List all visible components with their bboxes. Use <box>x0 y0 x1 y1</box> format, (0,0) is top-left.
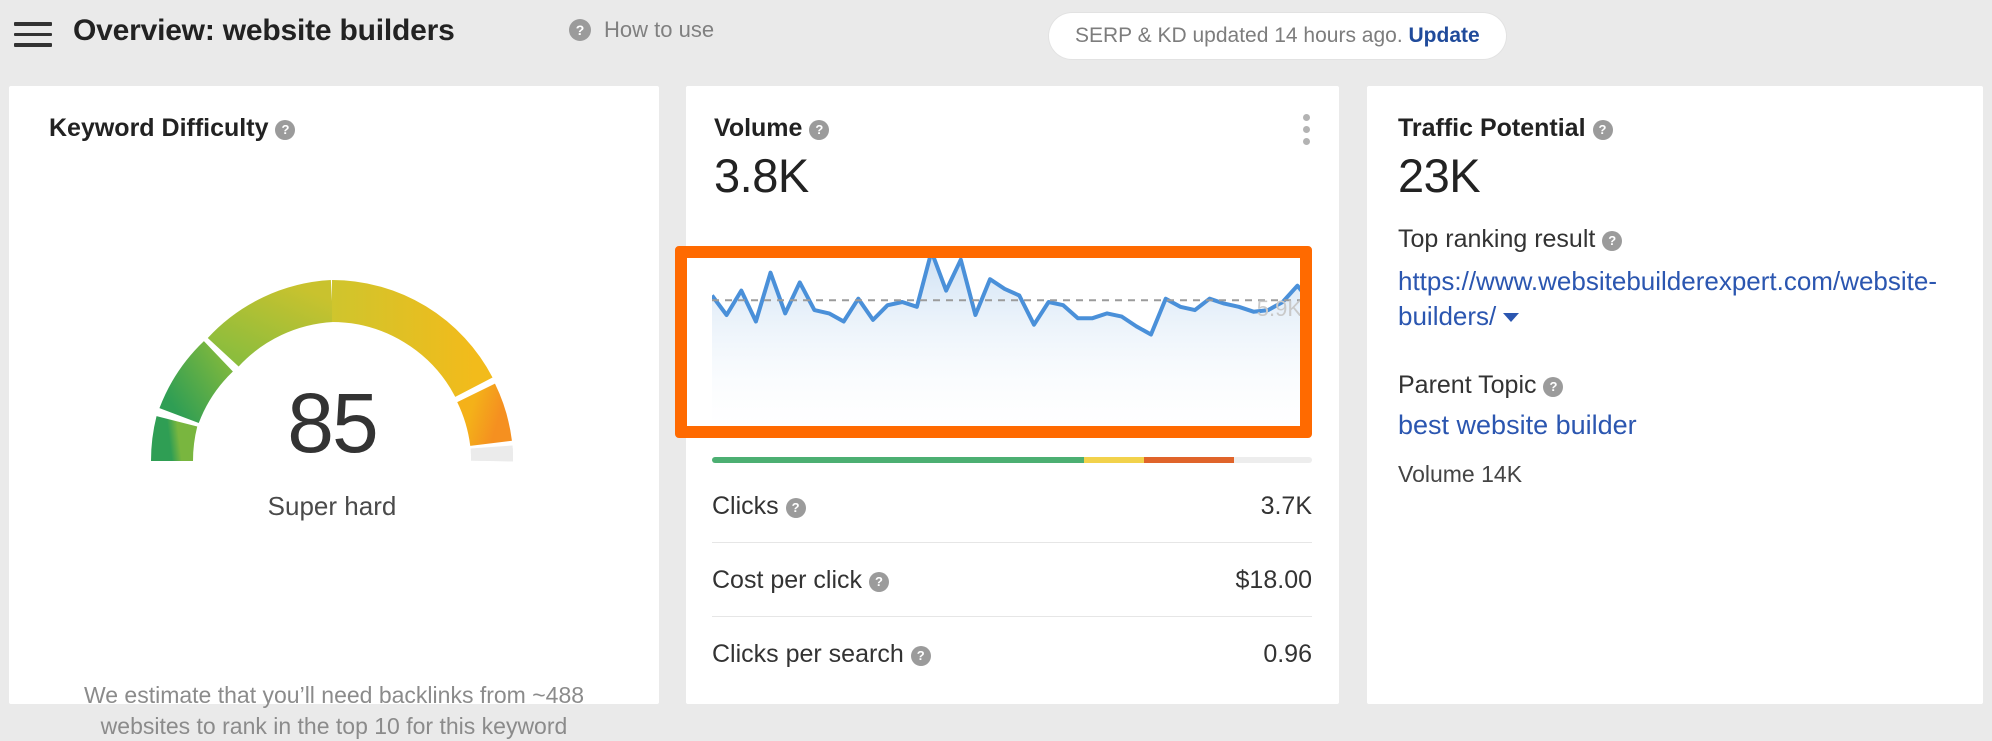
trr-label-text: Top ranking result <box>1398 225 1596 253</box>
volume-value: 3.8K <box>714 149 809 202</box>
update-button[interactable]: Update <box>1409 24 1480 47</box>
trr-url-text: https://www.websitebuilderexpert.com/web… <box>1398 266 1938 332</box>
tp-title-text: Traffic Potential <box>1398 114 1586 142</box>
metric-row-cost-per-click: Cost per click ? $18.00 <box>712 542 1312 617</box>
parent-topic-label-text: Parent Topic <box>1398 371 1537 399</box>
keyword-difficulty-title: Keyword Difficulty ? <box>49 114 296 143</box>
top-ranking-result-url[interactable]: https://www.websitebuilderexpert.com/web… <box>1398 264 1968 334</box>
how-to-use-help-icon[interactable]: ? <box>569 19 591 41</box>
cps-label-text: Clicks per search <box>712 640 904 668</box>
cost-per-click-help-icon[interactable]: ? <box>869 572 889 592</box>
parent-topic-label: Parent Topic ? <box>1398 371 1564 400</box>
how-to-use-link[interactable]: How to use <box>604 17 714 43</box>
traffic-potential-value: 23K <box>1398 149 1481 202</box>
metric-value-cost-per-click: $18.00 <box>1235 566 1312 594</box>
volume-help-icon[interactable]: ? <box>809 120 830 140</box>
volume-title: Volume ? <box>714 114 830 143</box>
serp-segment <box>712 457 1084 463</box>
serp-distribution-bar <box>712 457 1312 463</box>
top-ranking-result-help-icon[interactable]: ? <box>1602 231 1623 251</box>
overview-page: Overview: website builders ? How to use … <box>0 0 1992 739</box>
metric-label-clicks-per-search: Clicks per search ? <box>712 640 931 669</box>
serp-segment <box>1234 457 1312 463</box>
volume-title-text: Volume <box>714 114 803 142</box>
clicks-label-text: Clicks <box>712 492 779 520</box>
metric-value-clicks-per-search: 0.96 <box>1263 640 1312 668</box>
page-title: Overview: website builders <box>73 14 455 47</box>
caret-down-icon[interactable] <box>1503 313 1520 323</box>
volume-trend-chart[interactable]: 5.9K <box>712 208 1312 430</box>
kebab-menu-icon[interactable] <box>1303 114 1311 148</box>
top-bar: Overview: website builders ? How to use … <box>0 0 1992 72</box>
keyword-difficulty-footer: We estimate that you’ll need backlinks f… <box>83 682 585 739</box>
keyword-difficulty-score: 85 <box>287 376 378 470</box>
serp-segment <box>1144 457 1234 463</box>
parent-topic-help-icon[interactable]: ? <box>1543 377 1564 397</box>
keyword-difficulty-card: Keyword Difficulty ? 85 Super hard We es… <box>9 86 659 739</box>
chart-axis-max-label: 5.9K <box>1256 296 1302 321</box>
metric-label-clicks: Clicks ? <box>712 492 806 521</box>
metric-row-clicks: Clicks ? 3.7K <box>712 468 1312 543</box>
chart-area-fill <box>712 251 1312 430</box>
keyword-difficulty-help-icon[interactable]: ? <box>275 120 296 140</box>
traffic-potential-card: Traffic Potential ? 23K Top ranking resu… <box>1367 86 1983 704</box>
volume-card: Volume ? 3.8K 5.9K Clicks ? 3.7K Cost pe… <box>686 86 1339 704</box>
parent-topic-link[interactable]: best website builder <box>1398 410 1637 441</box>
clicks-per-search-help-icon[interactable]: ? <box>910 646 931 666</box>
parent-topic-volume: Volume 14K <box>1398 461 1523 487</box>
metric-value-clicks: 3.7K <box>1260 492 1312 520</box>
serp-update-text: SERP & KD updated 14 hours ago. <box>1075 24 1403 47</box>
traffic-potential-title: Traffic Potential ? <box>1398 114 1613 143</box>
kd-title-text: Keyword Difficulty <box>49 114 269 142</box>
serp-update-pill: SERP & KD updated 14 hours ago. Update <box>1049 13 1506 59</box>
serp-segment <box>1084 457 1144 463</box>
keyword-difficulty-score-label: Super hard <box>267 491 397 521</box>
traffic-potential-help-icon[interactable]: ? <box>1592 120 1613 140</box>
hamburger-icon[interactable] <box>14 22 52 50</box>
clicks-help-icon[interactable]: ? <box>785 498 806 518</box>
top-ranking-result-label: Top ranking result ? <box>1398 225 1623 254</box>
metric-row-clicks-per-search: Clicks per search ? 0.96 <box>712 616 1312 690</box>
keyword-difficulty-gauge: 85 Super hard <box>97 246 567 536</box>
metric-label-cost-per-click: Cost per click ? <box>712 566 889 595</box>
cpc-label-text: Cost per click <box>712 566 863 594</box>
volume-chart-svg <box>712 249 1312 430</box>
